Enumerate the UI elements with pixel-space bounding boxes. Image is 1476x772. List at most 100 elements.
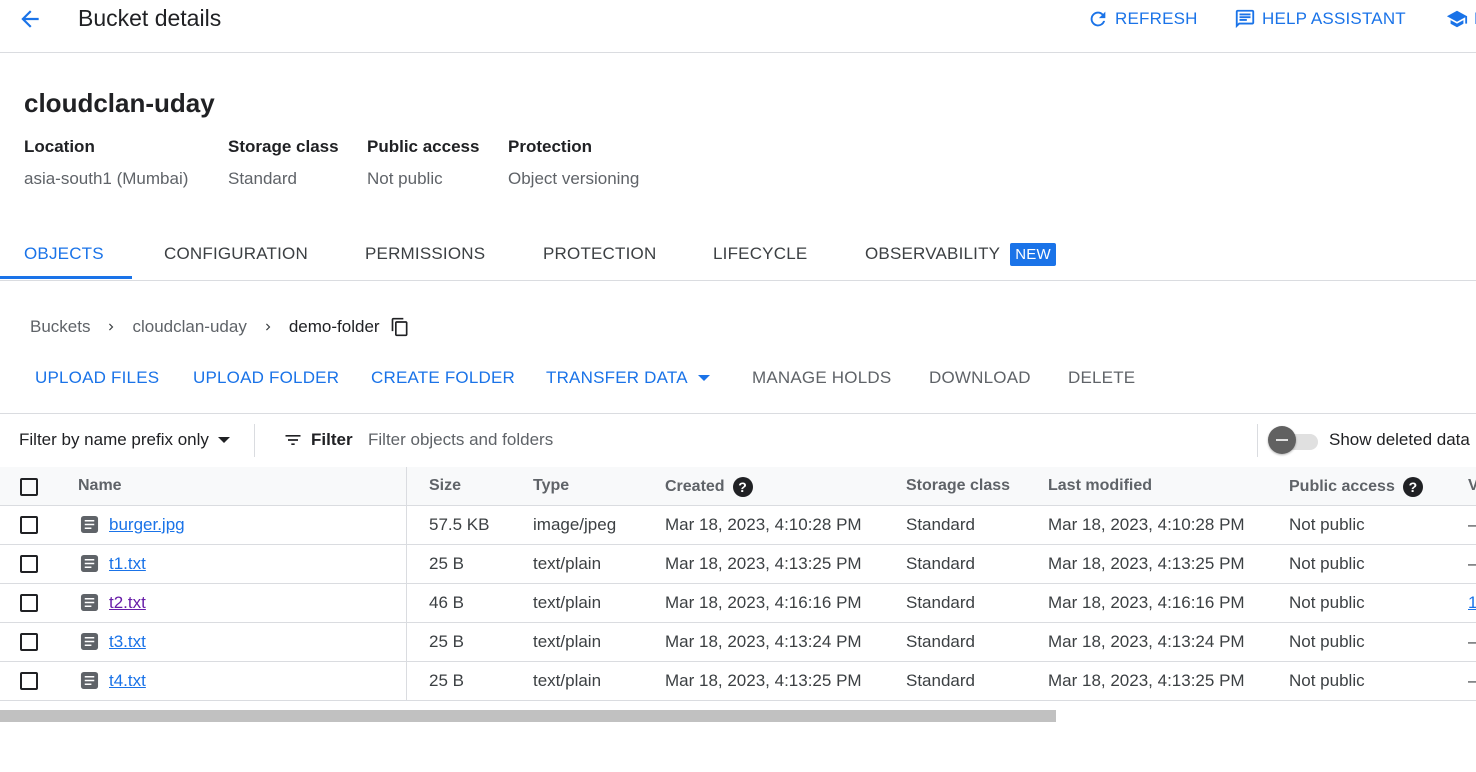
- file-size: 57.5 KB: [429, 515, 490, 534]
- help-assistant-icon: [1235, 9, 1255, 29]
- tab-configuration[interactable]: CONFIGURATION: [164, 228, 308, 280]
- bucket-name: cloudclan-uday: [24, 88, 215, 118]
- row-checkbox[interactable]: [20, 516, 38, 534]
- copy-icon: [391, 317, 408, 337]
- table-row: t3.txt 25 B text/plain Mar 18, 2023, 4:1…: [0, 623, 1476, 662]
- transfer-data-button[interactable]: TRANSFER DATA: [546, 368, 710, 388]
- public-access-label: Public access: [367, 137, 480, 156]
- upload-folder-button[interactable]: UPLOAD FOLDER: [193, 368, 339, 388]
- file-last-modified: Mar 18, 2023, 4:13:25 PM: [1048, 671, 1245, 690]
- tab-observability[interactable]: OBSERVABILITY NEW: [865, 228, 1056, 280]
- filter-prefix-dropdown[interactable]: Filter by name prefix only: [19, 430, 231, 450]
- file-public-access: Not public: [1289, 632, 1365, 651]
- protection-label: Protection: [508, 137, 593, 156]
- manage-holds-button[interactable]: MANAGE HOLDS: [752, 368, 891, 388]
- file-version: –: [1468, 671, 1476, 691]
- file-type: image/jpeg: [533, 515, 617, 534]
- file-icon: [80, 632, 99, 651]
- row-checkbox[interactable]: [20, 633, 38, 651]
- help-icon[interactable]: ?: [732, 477, 753, 497]
- table-row: t2.txt 46 B text/plain Mar 18, 2023, 4:1…: [0, 584, 1476, 623]
- file-created: Mar 18, 2023, 4:13:25 PM: [665, 671, 862, 690]
- page-title: Bucket details: [78, 5, 222, 31]
- column-header-created-label: Created: [665, 478, 725, 495]
- row-checkbox[interactable]: [20, 672, 38, 690]
- file-public-access: Not public: [1289, 515, 1365, 534]
- back-arrow-icon: [21, 10, 39, 28]
- filter-prefix-label: Filter by name prefix only: [19, 430, 209, 449]
- top-header: Bucket details REFRESH HELP ASSISTANT L: [0, 0, 1476, 53]
- download-button[interactable]: DOWNLOAD: [929, 368, 1031, 388]
- file-last-modified: Mar 18, 2023, 4:16:16 PM: [1048, 593, 1245, 612]
- horizontal-scrollbar[interactable]: [0, 710, 1056, 722]
- breadcrumb-buckets[interactable]: Buckets: [30, 317, 90, 337]
- file-version: –: [1468, 632, 1476, 652]
- transfer-data-label: TRANSFER DATA: [546, 368, 688, 387]
- tab-permissions[interactable]: PERMISSIONS: [365, 228, 485, 280]
- file-icon: [80, 515, 99, 534]
- file-name-link[interactable]: t4.txt: [109, 671, 146, 691]
- refresh-button[interactable]: REFRESH: [1087, 8, 1198, 30]
- tab-lifecycle[interactable]: LIFECYCLE: [713, 228, 807, 280]
- create-folder-button[interactable]: CREATE FOLDER: [371, 368, 515, 388]
- filter-icon: [285, 435, 301, 445]
- protection-value: Object versioning: [508, 169, 640, 188]
- row-checkbox[interactable]: [20, 555, 38, 573]
- toggle-knob: [1268, 426, 1296, 454]
- file-type: text/plain: [533, 632, 602, 651]
- breadcrumb-bucket[interactable]: cloudclan-uday: [132, 317, 246, 337]
- help-icon[interactable]: ?: [1402, 477, 1423, 497]
- tab-objects[interactable]: OBJECTS: [24, 228, 104, 280]
- file-storage-class: Standard: [906, 515, 975, 534]
- column-header-name[interactable]: Name: [78, 477, 122, 495]
- file-version: –: [1468, 515, 1476, 535]
- column-header-size[interactable]: Size: [429, 477, 461, 495]
- back-button[interactable]: [14, 4, 46, 34]
- help-assistant-button[interactable]: HELP ASSISTANT: [1234, 8, 1406, 30]
- file-icon: [80, 593, 99, 612]
- column-header-type[interactable]: Type: [533, 477, 569, 495]
- filter-input[interactable]: [368, 426, 1238, 454]
- file-created: Mar 18, 2023, 4:10:28 PM: [665, 515, 862, 534]
- upload-files-button[interactable]: UPLOAD FILES: [35, 368, 159, 388]
- file-size: 25 B: [429, 632, 464, 651]
- dropdown-arrow-icon: [217, 437, 230, 443]
- file-last-modified: Mar 18, 2023, 4:10:28 PM: [1048, 515, 1245, 534]
- column-header-version[interactable]: V: [1468, 477, 1476, 495]
- public-access-value: Not public: [367, 169, 443, 188]
- file-public-access: Not public: [1289, 593, 1365, 612]
- filter-button[interactable]: Filter: [283, 430, 353, 450]
- column-header-storage-class[interactable]: Storage class: [906, 477, 1010, 495]
- table-header: Name Size Type Created ? Storage class L…: [0, 467, 1476, 506]
- file-name-link[interactable]: t3.txt: [109, 632, 146, 652]
- tab-bar: OBJECTS CONFIGURATION PERMISSIONS PROTEC…: [0, 228, 1476, 281]
- row-checkbox[interactable]: [20, 594, 38, 612]
- column-header-created[interactable]: Created ?: [665, 477, 753, 497]
- file-size: 25 B: [429, 671, 464, 690]
- file-name-link[interactable]: t1.txt: [109, 554, 146, 574]
- file-created: Mar 18, 2023, 4:13:25 PM: [665, 554, 862, 573]
- copy-path-button[interactable]: [390, 317, 410, 337]
- chevron-right-icon: [104, 320, 118, 334]
- chevron-right-icon: [261, 320, 275, 334]
- column-header-last-modified[interactable]: Last modified: [1048, 477, 1152, 495]
- file-icon: [80, 554, 99, 573]
- refresh-label: REFRESH: [1115, 9, 1198, 28]
- learn-button[interactable]: L: [1446, 8, 1476, 30]
- file-icon: [80, 671, 99, 690]
- select-all-checkbox[interactable]: [20, 478, 38, 496]
- file-type: text/plain: [533, 554, 602, 573]
- file-version-link[interactable]: 1: [1468, 593, 1476, 613]
- active-tab-indicator: [0, 276, 132, 279]
- tab-protection[interactable]: PROTECTION: [543, 228, 656, 280]
- delete-button[interactable]: DELETE: [1068, 368, 1135, 388]
- file-name-link[interactable]: t2.txt: [109, 593, 146, 613]
- column-header-public-access[interactable]: Public access ?: [1289, 477, 1423, 497]
- breadcrumb: Buckets cloudclan-uday demo-folder: [30, 317, 410, 337]
- breadcrumb-folder: demo-folder: [288, 317, 380, 336]
- file-name-link[interactable]: burger.jpg: [109, 515, 185, 535]
- file-storage-class: Standard: [906, 554, 975, 573]
- show-deleted-toggle[interactable]: [1268, 425, 1320, 455]
- file-public-access: Not public: [1289, 671, 1365, 690]
- file-storage-class: Standard: [906, 671, 975, 690]
